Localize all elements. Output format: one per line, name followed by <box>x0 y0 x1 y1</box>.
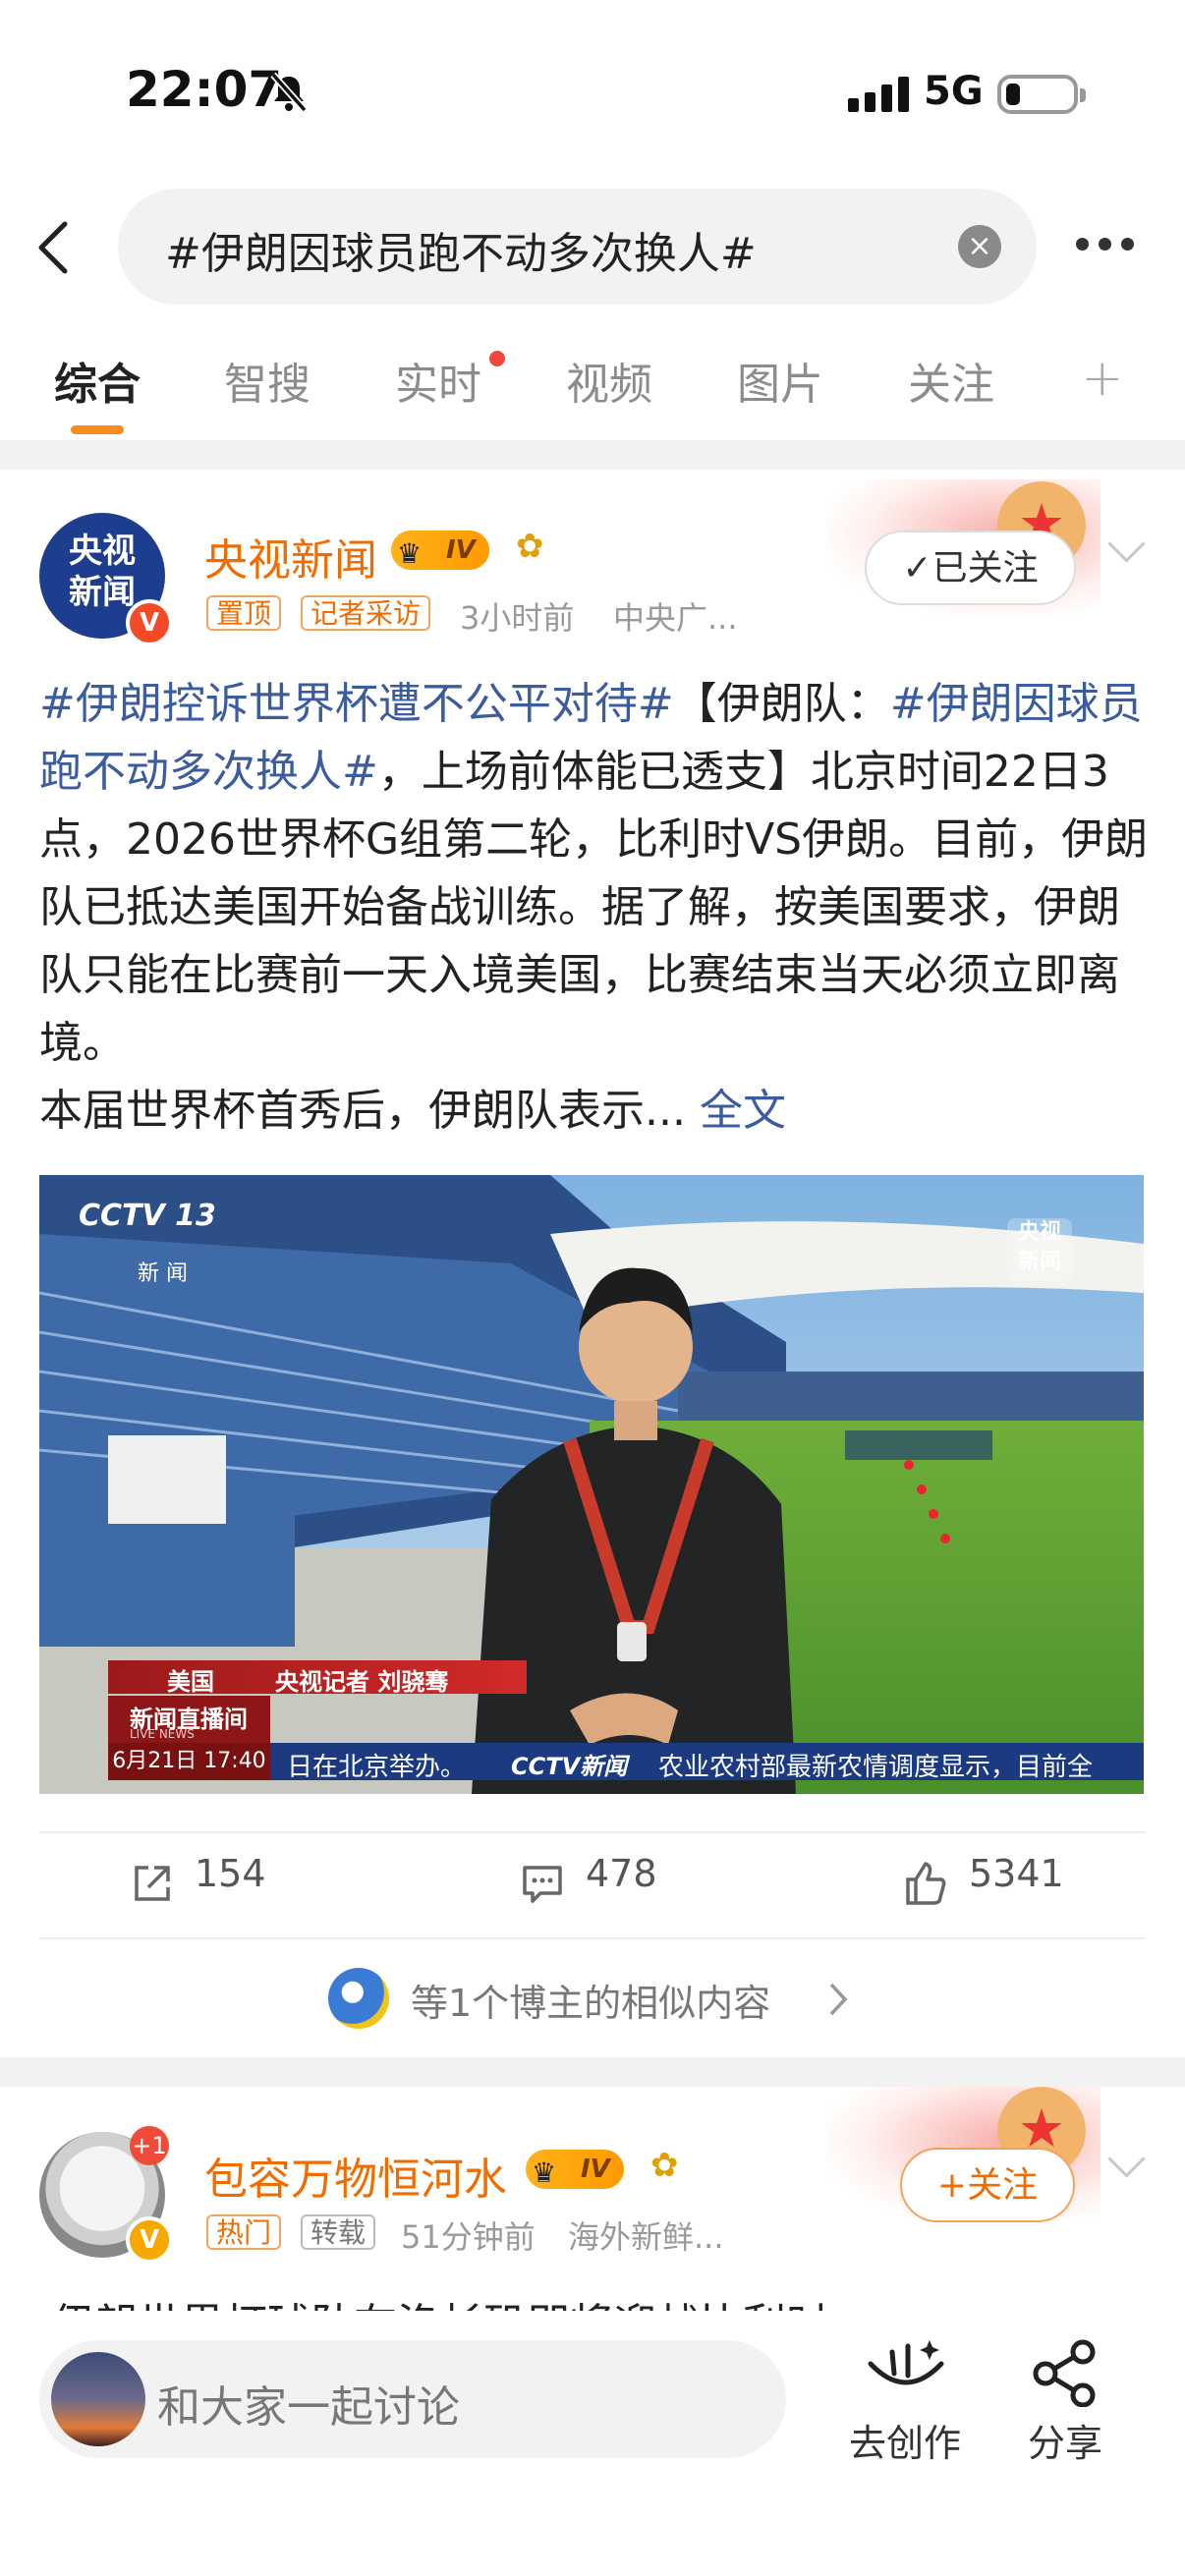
post-menu-chevron-icon[interactable] <box>1107 2140 1146 2178</box>
post-source: 海外新鲜... <box>568 2218 724 2256</box>
plus-one-badge: +1 <box>130 2126 169 2165</box>
add-tab-icon[interactable]: + <box>1081 349 1124 408</box>
ticker-text-right: 农业农村部最新农情调度显示，目前全 <box>658 1753 1094 1782</box>
clear-search-icon[interactable]: × <box>958 225 1001 268</box>
divider <box>39 1937 1146 1939</box>
crown-icon: ♛ <box>397 537 423 570</box>
search-input[interactable]: #伊朗因球员跑不动多次换人# × <box>118 189 1037 305</box>
divider <box>39 1831 1146 1833</box>
new-dot <box>489 351 505 366</box>
back-icon[interactable] <box>29 218 79 277</box>
repost-icon[interactable] <box>131 1862 174 1905</box>
status-time: 22:07 <box>126 61 283 118</box>
sunflower-icon: ✿ <box>650 2146 679 2185</box>
share-icon[interactable] <box>1028 2338 1102 2407</box>
watermark-line2: 新闻 <box>1017 1250 1061 1274</box>
similar-blogger-avatar <box>328 1968 389 2029</box>
full-text-link[interactable]: 全文 <box>700 1086 786 1136</box>
username[interactable]: 包容万物恒河水 <box>204 2144 507 2207</box>
comment-input[interactable]: 和大家一起讨论 <box>39 2340 786 2458</box>
level-text: IV <box>581 2155 610 2184</box>
video-player[interactable]: CCTV 13 新 闻 央视 新闻 美国 央视记者 刘骁骞 新闻直播间 LIVE… <box>39 1175 1144 1794</box>
ticker-logo: CCTV新闻 <box>511 1753 628 1780</box>
level-badge: ♛ IV <box>391 531 489 570</box>
post-menu-chevron-icon[interactable] <box>1107 525 1146 563</box>
tab-video[interactable]: 视频 <box>566 349 652 412</box>
post-source: 中央广... <box>613 599 738 637</box>
bell-muted-icon <box>270 72 308 113</box>
post-text-part: 【伊朗队： <box>673 679 890 729</box>
comment-placeholder: 和大家一起讨论 <box>157 2382 460 2433</box>
news-watermark: 央视 新闻 <box>1007 1218 1072 1281</box>
pinned-tag: 置顶 <box>206 595 282 631</box>
battery-icon <box>997 75 1086 114</box>
section-divider <box>0 2057 1185 2087</box>
lower-third-reporter: 央视记者 刘骁骞 <box>275 1668 449 1696</box>
verified-badge-icon: V <box>126 599 173 646</box>
tab-smart-search[interactable]: 智搜 <box>224 349 310 412</box>
network-type: 5G <box>924 69 984 114</box>
post-text: #伊朗控诉世界杯遭不公平对待#【伊朗队：#伊朗因球员跑不动多次换人#，上场前体能… <box>39 670 1150 1145</box>
cctv13-logo: CCTV 13 <box>79 1199 216 1233</box>
following-button[interactable]: ✓已关注 <box>865 531 1076 605</box>
avatar-text-top: 央视 <box>69 532 136 571</box>
repost-count[interactable]: 154 <box>195 1852 266 1895</box>
hot-tag: 热门 <box>206 2214 282 2250</box>
post-text-part: 本届世界杯首秀后，伊朗队表示... <box>39 1086 686 1136</box>
tab-following[interactable]: 关注 <box>908 349 994 412</box>
post-text-preview: 伊朗世界杯球队在洛杉矶即将迎战比利时 <box>51 2281 1132 2311</box>
tab-images[interactable]: 图片 <box>737 349 823 412</box>
ticker-datetime: 6月21日 17:40 <box>108 1743 270 1780</box>
section-divider <box>0 440 1185 470</box>
level-text: IV <box>446 535 476 565</box>
lower-third-location: 美国 <box>167 1668 214 1696</box>
username[interactable]: 央视新闻 <box>204 525 377 588</box>
topic-link[interactable]: #伊朗控诉世界杯遭不公平对待# <box>39 679 674 729</box>
verified-badge-icon: V <box>126 2216 173 2264</box>
create-button[interactable]: 去创作 <box>849 2413 961 2467</box>
repost-tag: 转载 <box>301 2214 376 2250</box>
search-header: #伊朗因球员跑不动多次换人# × <box>0 189 1185 307</box>
interview-tag: 记者采访 <box>301 595 431 631</box>
share-button[interactable]: 分享 <box>1028 2413 1102 2467</box>
user-avatar <box>51 2352 145 2446</box>
signal-icon <box>848 77 915 112</box>
sunflower-icon: ✿ <box>516 527 544 566</box>
follow-button[interactable]: +关注 <box>900 2148 1075 2222</box>
news-ticker: 6月21日 17:40 日在北京举办。 CCTV新闻 农业农村部最新农情调度显示… <box>108 1743 1144 1782</box>
ticker-text-left: 日在北京举办。 <box>287 1753 467 1782</box>
like-count[interactable]: 5341 <box>969 1852 1064 1895</box>
similar-content-link[interactable]: 等1个博主的相似内容 <box>411 1973 770 2027</box>
tab-realtime[interactable]: 实时 <box>395 349 481 412</box>
level-badge: ♛ IV <box>526 2150 624 2189</box>
post-time: 3小时前 <box>460 599 575 637</box>
comment-icon[interactable] <box>521 1862 564 1905</box>
post-time: 51分钟前 <box>401 2218 536 2256</box>
create-icon[interactable] <box>863 2338 949 2407</box>
post-text: 伊朗世界杯球队在洛杉矶即将迎战比利时 <box>51 2289 829 2311</box>
comment-count[interactable]: 478 <box>586 1852 657 1895</box>
search-query: #伊朗因球员跑不动多次换人# <box>165 229 757 279</box>
show-name-box: 新闻直播间 LIVE NEWS <box>108 1696 270 1743</box>
watermark-line1: 央视 <box>1017 1220 1061 1245</box>
chevron-right-icon <box>829 1983 848 2016</box>
bottom-bar: 和大家一起讨论 去创作 分享 <box>0 2311 1185 2576</box>
more-options-icon[interactable] <box>1076 236 1145 255</box>
show-name-en: LIVE NEWS <box>130 1727 195 1741</box>
lower-third-top: 美国 央视记者 刘骁骞 <box>108 1660 527 1696</box>
like-icon[interactable] <box>902 1860 949 1907</box>
status-bar: 22:07 5G <box>0 0 1185 187</box>
crown-icon: ♛ <box>532 2156 557 2189</box>
search-tabs: 综合 智搜 实时 视频 图片 关注 + <box>0 339 1185 437</box>
active-tab-indicator <box>71 425 124 434</box>
tab-comprehensive[interactable]: 综合 <box>54 349 141 412</box>
channel-subtitle: 新 闻 <box>138 1261 188 1286</box>
